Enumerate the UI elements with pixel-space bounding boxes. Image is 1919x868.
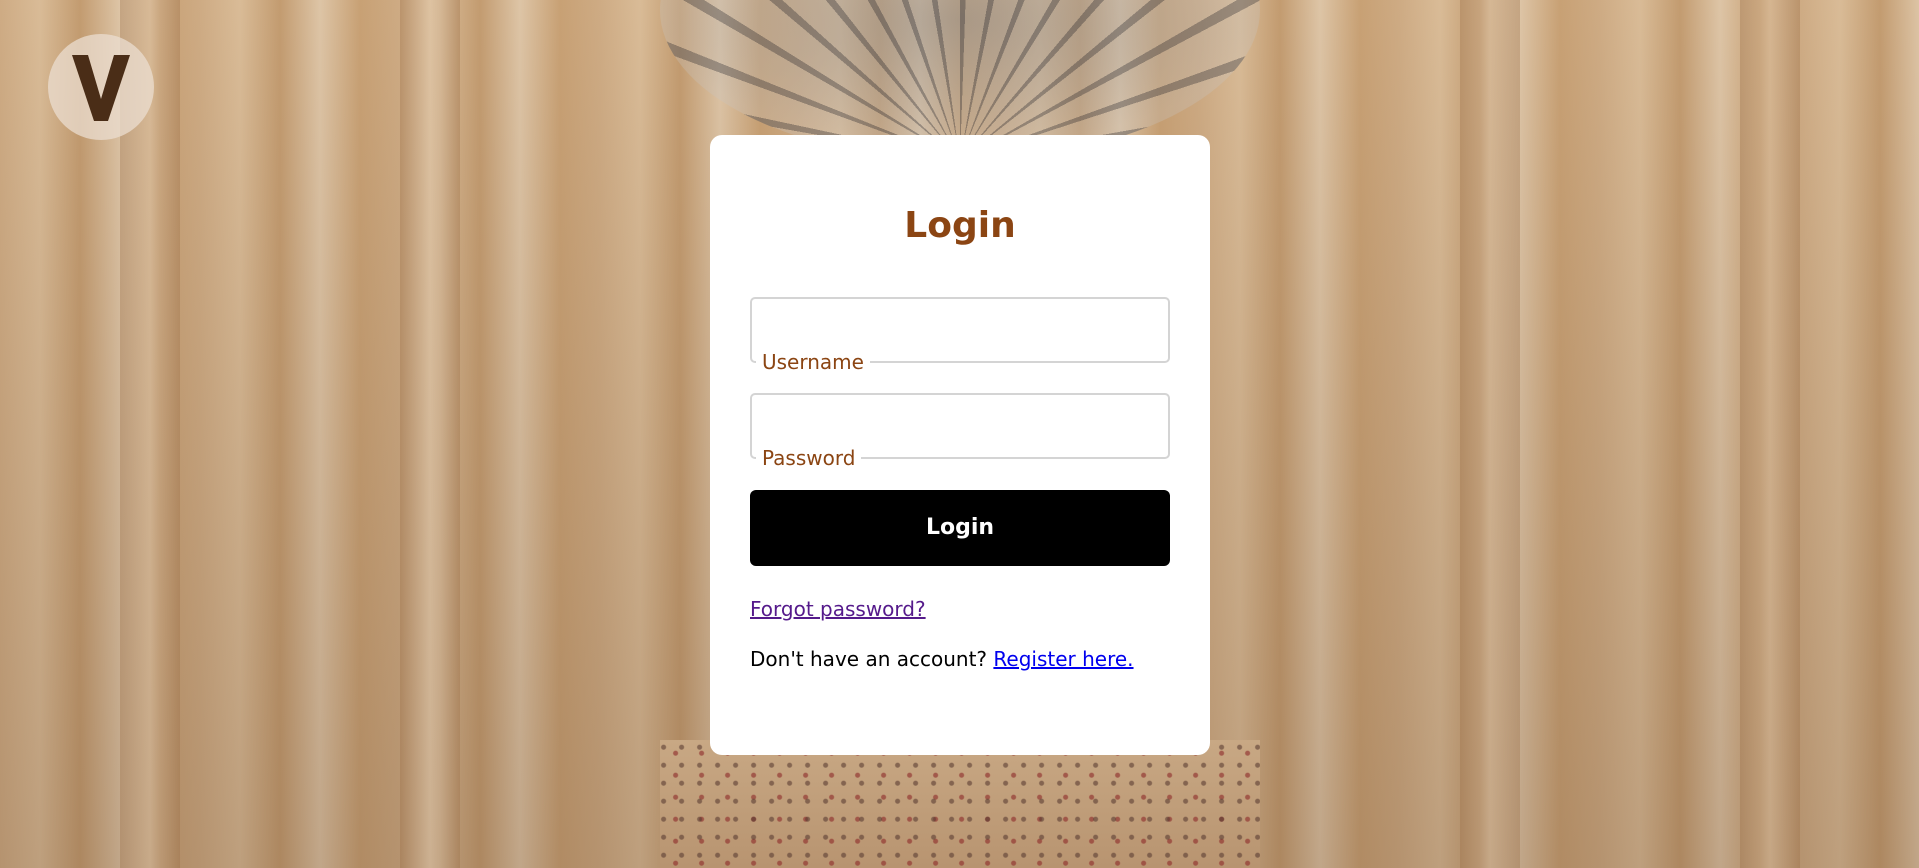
login-button[interactable]: Login: [750, 490, 1170, 566]
v-logo-icon: [72, 55, 130, 121]
background-floor-crowd: [660, 740, 1260, 868]
background-column: [1740, 0, 1800, 868]
register-link[interactable]: Register here.: [993, 647, 1133, 671]
background-column: [1460, 0, 1520, 868]
background-column: [400, 0, 460, 868]
login-card: Login Username Password Login Forgot pas…: [710, 135, 1210, 755]
password-label: Password: [756, 445, 862, 471]
brand-logo: [48, 34, 154, 140]
forgot-password-link[interactable]: Forgot password?: [750, 597, 926, 621]
password-field[interactable]: Password: [750, 393, 1170, 471]
username-field[interactable]: Username: [750, 297, 1170, 375]
register-prompt: Don't have an account? Register here.: [750, 647, 1134, 671]
register-prompt-text: Don't have an account?: [750, 647, 988, 671]
username-label: Username: [756, 349, 870, 375]
login-title: Login: [904, 205, 1016, 246]
